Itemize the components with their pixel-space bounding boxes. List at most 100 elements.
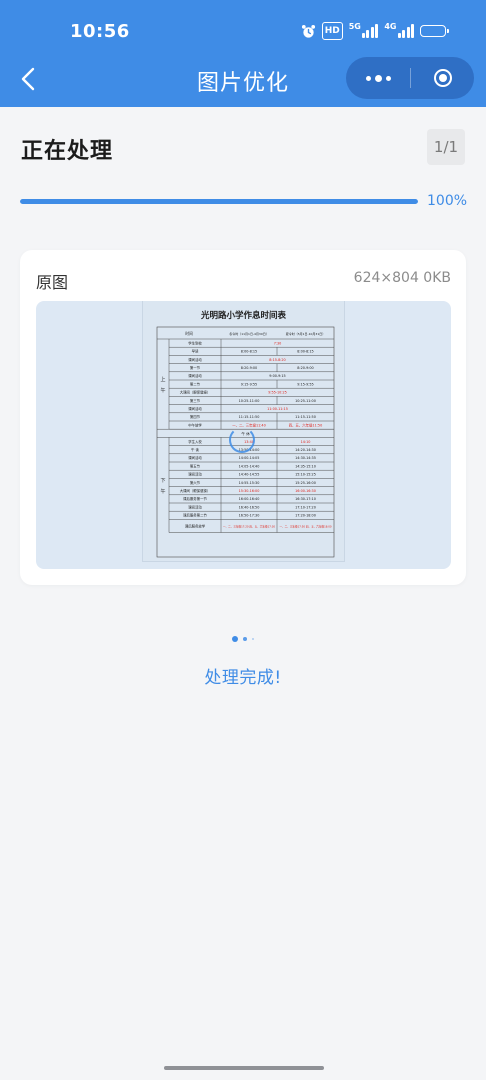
home-indicator[interactable] [164,1066,324,1070]
morning-section-label: 上 [160,376,165,383]
schedule-row-name: 课后服务第二节 [183,513,207,518]
processing-title: 正在处理 [21,139,114,164]
schedule-row-name: 午 读 [191,447,199,452]
alarm-clock-icon [301,23,316,39]
schedule-row-name: 课后服务第一节 [183,496,207,501]
schedule-row-time: 8:20-9:00 [241,366,257,370]
schedule-row-time: 16:50-17:30 [239,514,260,518]
schedule-row-time: 14:20-14:30 [295,448,316,452]
schedule-row-time: 一、二、三年级17:20 四、五、六年级17:30 [223,524,275,528]
schedule-row-name: 课间活动 [188,472,202,477]
progress-fill [20,199,418,204]
schedule-row-time: 14:30-14:35 [295,456,316,460]
schedule-row-time: 16:40-16:50 [239,505,260,509]
schedule-row-name: 课后服务放学 [185,523,206,528]
schedule-row-time: 9:15-9:55 [241,382,257,386]
schedule-row-name: 课间活动 [188,504,202,509]
completion-message: 处理完成! [204,668,282,688]
schedule-row-time: 14:10 [301,440,311,444]
schedule-row-time: 14:00-14:05 [239,456,260,460]
more-dot-icon [365,75,371,81]
schedule-row-time: 10:25-11:00 [295,399,316,403]
schedule-row-time: 8:00-8:15 [241,350,257,354]
schedule-row-time: 17:20-18:00 [295,514,316,518]
signal-5g-icon: 5G [349,23,379,39]
schedule-row-name: 课间活动 [188,455,202,460]
pager-dot-icon [232,636,238,642]
status-bar: 10:56 HD 5G 4G [0,0,486,62]
schedule-row-time: 9:55-10:25 [268,391,287,395]
schedule-row-time: 14:05-14:40 [239,464,260,468]
table-header-cell: 夏令时（5月1日-10月31日） [286,331,326,336]
pager-dots [0,636,486,642]
thumbnail-title: 光明路小学作息时间表 [200,311,286,321]
network-4g-label: 4G [384,22,397,31]
afternoon-section-label: 下 [160,478,165,484]
status-icons: HD 5G 4G [301,22,449,40]
pager-dot-icon [243,637,247,641]
schedule-row-name: 第二节 [190,381,201,386]
schedule-row-time: 14:40-14:55 [239,473,260,477]
schedule-row-time: 7:30 [274,341,282,345]
schedule-row-name: 中午放学 [188,422,202,427]
schedule-row-name: 学生入校 [188,439,202,444]
app-header: 10:56 HD 5G 4G 图片优化 [0,0,486,107]
schedule-row-time: 17:10-17:20 [295,505,316,509]
image-meta: 624×804 0KB [353,270,451,286]
schedule-row-name: 学生到校 [188,340,202,345]
schedule-row-time: 9:00-9:15 [269,374,285,378]
schedule-row-name: 大课间（眼保健操） [180,390,211,395]
morning-section-label: 午 [160,387,165,394]
schedule-image-thumbnail[interactable]: 时间 冬令时（11月1日-4月30日） 夏令时（5月1日-10月31日） 学生到校 7:… [143,301,344,561]
schedule-row-time: 15:30-16:00 [239,489,260,493]
table-header-cell: 冬令时（11月1日-4月30日） [229,331,269,336]
card-label: 原图 [36,273,69,292]
schedule-row-name: 第四节 [190,414,201,419]
schedule-row-name: 课间活动 [188,373,202,378]
schedule-row-name: 课间活动 [188,406,202,411]
schedule-row-name: 大课间（眼保健操） [180,488,211,493]
schedule-row-time: 9:15-9:55 [297,382,313,386]
schedule-row-name: 第六节 [190,480,201,485]
pager-dot-icon [252,638,254,640]
network-5g-label: 5G [348,22,361,31]
schedule-row-name: 课间活动 [188,357,202,362]
schedule-row-time: 14:35-15:10 [295,464,316,468]
page-counter: 1/1 [427,129,465,165]
afternoon-section-label: 午 [160,488,165,495]
schedule-row-time: 11:15-11:50 [239,415,260,419]
target-circle-icon [433,69,452,87]
loading-spinner-icon [229,427,255,453]
schedule-row-time: 15:10-15:25 [295,473,316,477]
schedule-row-time: 16:30-17:10 [295,497,316,501]
schedule-row-name: 第三节 [190,398,201,403]
schedule-row-time: 11:15-11:50 [295,415,316,419]
more-button[interactable] [346,57,410,99]
schedule-row-time: 8:00-8:15 [297,350,313,354]
mini-program-capsule [346,57,474,99]
original-image-card: 原图 624×804 0KB 时间 冬令时（11月1日-4月30日） 夏令时（5月1… [20,250,466,585]
signal-4g-icon: 4G [384,23,414,39]
table-header-cell: 时间 [185,331,193,336]
more-dot-icon [374,74,382,82]
schedule-row-time: 15:25-16:00 [295,481,316,485]
schedule-row-time: 8:20-9:00 [297,366,313,370]
schedule-row-time: 8:15-8:20 [269,358,285,362]
image-preview-area[interactable]: 时间 冬令时（11月1日-4月30日） 夏令时（5月1日-10月31日） 学生到校 7:… [36,301,451,569]
schedule-row-time: 10:25-11:00 [239,399,260,403]
schedule-row-time: 16:00-16:30 [295,489,316,493]
schedule-row-time: 四、五、六年级11:50 [289,422,323,427]
schedule-row-name: 早读 [192,349,199,354]
schedule-row-time: 11:00-11:15 [267,407,288,411]
progress-text: 100% [427,193,468,209]
schedule-row-name: 第一节 [190,365,201,370]
schedule-row-time: 一、二、三年级17:50 四、五、六年级18:00 [279,524,331,528]
schedule-row-time: 14:55-15:30 [239,481,260,485]
status-time: 10:56 [70,21,130,42]
progress-bar [20,199,418,204]
close-mini-program-button[interactable] [411,57,474,99]
schedule-row-name: 第五节 [190,463,201,468]
schedule-row-time: 16:00-16:40 [239,497,260,501]
nav-bar: 图片优化 [0,55,486,103]
hd-badge: HD [321,22,343,40]
